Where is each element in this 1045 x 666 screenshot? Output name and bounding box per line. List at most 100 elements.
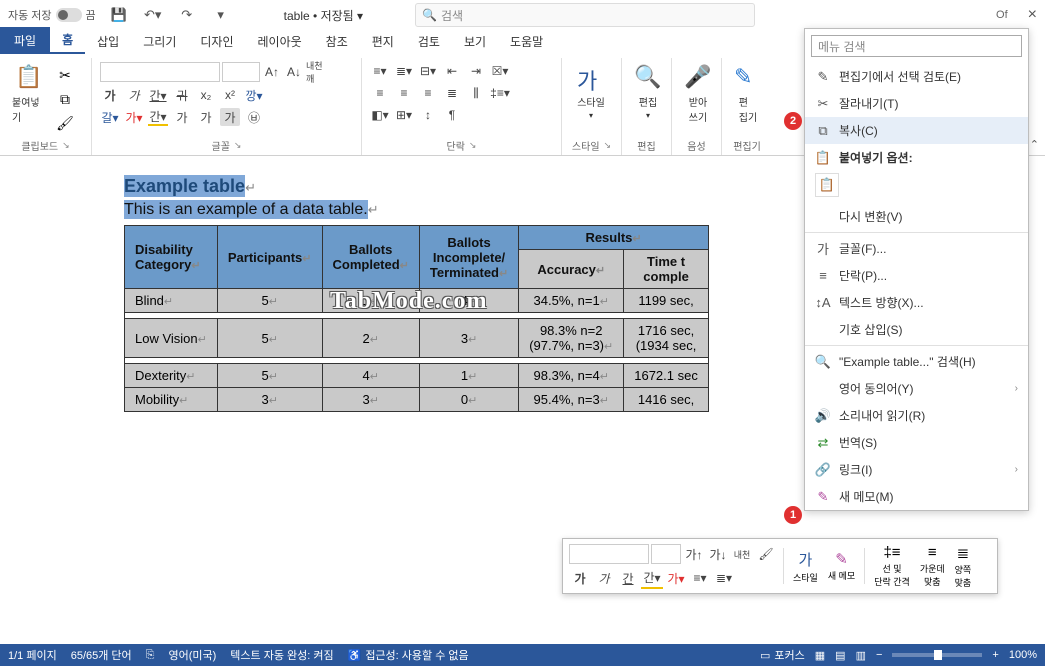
zoom-in-button[interactable]: + bbox=[992, 649, 998, 661]
toggle-icon[interactable] bbox=[56, 8, 82, 22]
strike-button[interactable]: 귀 bbox=[172, 86, 192, 104]
copy-icon[interactable]: ⧉ bbox=[56, 90, 74, 108]
borders-icon[interactable]: ⊞▾ bbox=[394, 106, 414, 124]
italic-button[interactable]: 가 bbox=[124, 86, 144, 104]
tab-layout[interactable]: 레이아웃 bbox=[245, 29, 313, 54]
decrease-indent-icon[interactable]: ⇤ bbox=[442, 62, 462, 80]
increase-indent-icon[interactable]: ⇥ bbox=[466, 62, 486, 80]
mini-shrink-font-icon[interactable]: 가↓ bbox=[707, 543, 729, 565]
editor-button[interactable]: ✎편 집기 bbox=[730, 62, 766, 126]
mini-grow-font-icon[interactable]: 가↑ bbox=[683, 543, 705, 565]
align-right-icon[interactable]: ≡ bbox=[418, 84, 438, 102]
undo-icon[interactable]: ↶▾ bbox=[142, 4, 164, 26]
font-launcher-icon[interactable]: ↘ bbox=[234, 140, 242, 151]
menu-paragraph[interactable]: ≡단락(P)... bbox=[805, 262, 1028, 289]
zoom-out-button[interactable]: − bbox=[876, 649, 882, 661]
menu-search-web[interactable]: 🔍"Example table..." 검색(H) bbox=[805, 348, 1028, 375]
mini-line-spacing-button[interactable]: ‡≡선 및 단락 간격 bbox=[871, 544, 913, 588]
mini-font-family-input[interactable] bbox=[569, 544, 649, 564]
menu-search-input[interactable]: 메뉴 검색 bbox=[811, 35, 1022, 57]
mini-bold-button[interactable]: 가 bbox=[569, 567, 591, 589]
styles-button[interactable]: 가스타일▾ bbox=[570, 62, 612, 122]
mini-underline-button[interactable]: 간 bbox=[617, 567, 639, 589]
menu-reconvert[interactable]: 다시 변환(V) bbox=[805, 203, 1028, 230]
mini-numbering-icon[interactable]: ≣▾ bbox=[713, 567, 735, 589]
menu-cut[interactable]: ✂잘라내기(T) bbox=[805, 90, 1028, 117]
redo-icon[interactable]: ↷ bbox=[176, 4, 198, 26]
align-center-icon[interactable]: ≡ bbox=[394, 84, 414, 102]
subscript-button[interactable]: x₂ bbox=[196, 86, 216, 104]
view-read-mode-icon[interactable]: ▦ bbox=[815, 649, 825, 662]
format-painter-icon[interactable]: 🖌 bbox=[56, 114, 74, 132]
menu-synonyms[interactable]: 영어 동의어(Y)› bbox=[805, 375, 1028, 402]
close-icon[interactable]: × bbox=[1028, 6, 1037, 24]
char-shading-icon[interactable]: 가 bbox=[172, 108, 192, 126]
tab-mailings[interactable]: 편지 bbox=[360, 29, 406, 54]
font-color-icon[interactable]: 가▾ bbox=[124, 108, 144, 126]
line-spacing-icon[interactable]: ‡≡▾ bbox=[490, 84, 510, 102]
mini-justify-button[interactable]: ≣양쪽 맞춤 bbox=[952, 544, 975, 589]
status-word-count[interactable]: 65/65개 단어 bbox=[71, 647, 132, 663]
paste-button[interactable]: 📋 붙여넣기 bbox=[8, 62, 50, 126]
tab-review[interactable]: 검토 bbox=[406, 29, 452, 54]
menu-review-selection[interactable]: ✎편집기에서 선택 검토(E) bbox=[805, 63, 1028, 90]
menu-font[interactable]: 가글꼴(F)... bbox=[805, 235, 1028, 262]
tab-design[interactable]: 디자인 bbox=[188, 29, 245, 54]
align-left-icon[interactable]: ≡ bbox=[370, 84, 390, 102]
shading-icon[interactable]: ◧▾ bbox=[370, 106, 390, 124]
text-effects-icon[interactable]: 깡▾ bbox=[244, 86, 264, 104]
bullets-icon[interactable]: ≡▾ bbox=[370, 62, 390, 80]
view-print-layout-icon[interactable]: ▤ bbox=[835, 649, 845, 662]
view-web-layout-icon[interactable]: ▥ bbox=[856, 649, 866, 662]
tab-home[interactable]: 홈 bbox=[50, 27, 85, 54]
numbering-icon[interactable]: ≣▾ bbox=[394, 62, 414, 80]
status-language[interactable]: 영어(미국) bbox=[168, 647, 216, 663]
menu-insert-symbol[interactable]: 기호 삽입(S) bbox=[805, 316, 1028, 343]
mini-font-color-icon[interactable]: 가▾ bbox=[665, 567, 687, 589]
underline-button[interactable]: 간▾ bbox=[148, 86, 168, 104]
tab-insert[interactable]: 삽입 bbox=[85, 29, 131, 54]
save-icon[interactable]: 💾 bbox=[108, 4, 130, 26]
menu-link[interactable]: 🔗링크(I)› bbox=[805, 456, 1028, 483]
phonetic-guide-icon[interactable]: 내천 깨 bbox=[306, 63, 326, 81]
menu-copy[interactable]: ⧉복사(C) bbox=[805, 117, 1028, 144]
status-autocomplete[interactable]: 텍스트 자동 완성: 켜짐 bbox=[230, 647, 333, 663]
document-title[interactable]: table • 저장됨 ▾ bbox=[284, 7, 363, 24]
menu-read-aloud[interactable]: 🔊소리내어 읽기(R) bbox=[805, 402, 1028, 429]
clipboard-launcher-icon[interactable]: ↘ bbox=[62, 140, 70, 151]
mini-phonetic-icon[interactable]: 내천 bbox=[731, 543, 753, 565]
tab-references[interactable]: 참조 bbox=[314, 29, 360, 54]
enclose-circle-icon[interactable]: ㉥ bbox=[244, 108, 264, 126]
collapse-ribbon-icon[interactable]: ⌃ bbox=[1030, 138, 1039, 151]
shrink-font-icon[interactable]: A↓ bbox=[284, 63, 304, 81]
distribute-icon[interactable]: ⫼ bbox=[466, 84, 486, 102]
paragraph-launcher-icon[interactable]: ↘ bbox=[469, 140, 477, 151]
mini-bullets-icon[interactable]: ≡▾ bbox=[689, 567, 711, 589]
tab-file[interactable]: 파일 bbox=[0, 27, 50, 54]
paste-option-keep-formatting[interactable]: 📋 bbox=[815, 173, 839, 197]
font-size-input[interactable] bbox=[222, 62, 260, 82]
cut-icon[interactable]: ✂ bbox=[56, 66, 74, 84]
search-input[interactable]: 🔍 검색 bbox=[415, 3, 755, 27]
char-border-icon[interactable]: 가 bbox=[196, 108, 216, 126]
mini-styles-button[interactable]: 가스타일 bbox=[790, 549, 821, 584]
status-spellcheck-icon[interactable]: ⎘ bbox=[146, 649, 155, 662]
grow-font-icon[interactable]: A↑ bbox=[262, 63, 282, 81]
tab-help[interactable]: 도움말 bbox=[498, 29, 555, 54]
qat-customize-icon[interactable]: ▾ bbox=[210, 4, 232, 26]
menu-new-comment[interactable]: ✎새 메모(M) bbox=[805, 483, 1028, 510]
status-focus-mode[interactable]: ▭ 포커스 bbox=[760, 647, 805, 663]
highlight-color-icon[interactable]: 간▾ bbox=[148, 108, 168, 126]
tab-draw[interactable]: 그리기 bbox=[131, 29, 188, 54]
mini-font-size-input[interactable] bbox=[651, 544, 681, 564]
text-highlight-icon[interactable]: 갈▾ bbox=[100, 108, 120, 126]
dictate-button[interactable]: 🎤받아 쓰기 bbox=[680, 62, 716, 126]
mini-format-painter-icon[interactable]: 🖌 bbox=[755, 543, 777, 565]
tab-view[interactable]: 보기 bbox=[452, 29, 498, 54]
justify-icon[interactable]: ≣ bbox=[442, 84, 462, 102]
zoom-slider[interactable] bbox=[892, 653, 982, 657]
autosave-toggle[interactable]: 자동 저장 끔 bbox=[8, 7, 96, 23]
zoom-level[interactable]: 100% bbox=[1009, 649, 1037, 661]
mini-italic-button[interactable]: 가 bbox=[593, 567, 615, 589]
sort-icon[interactable]: ↕ bbox=[418, 106, 438, 124]
